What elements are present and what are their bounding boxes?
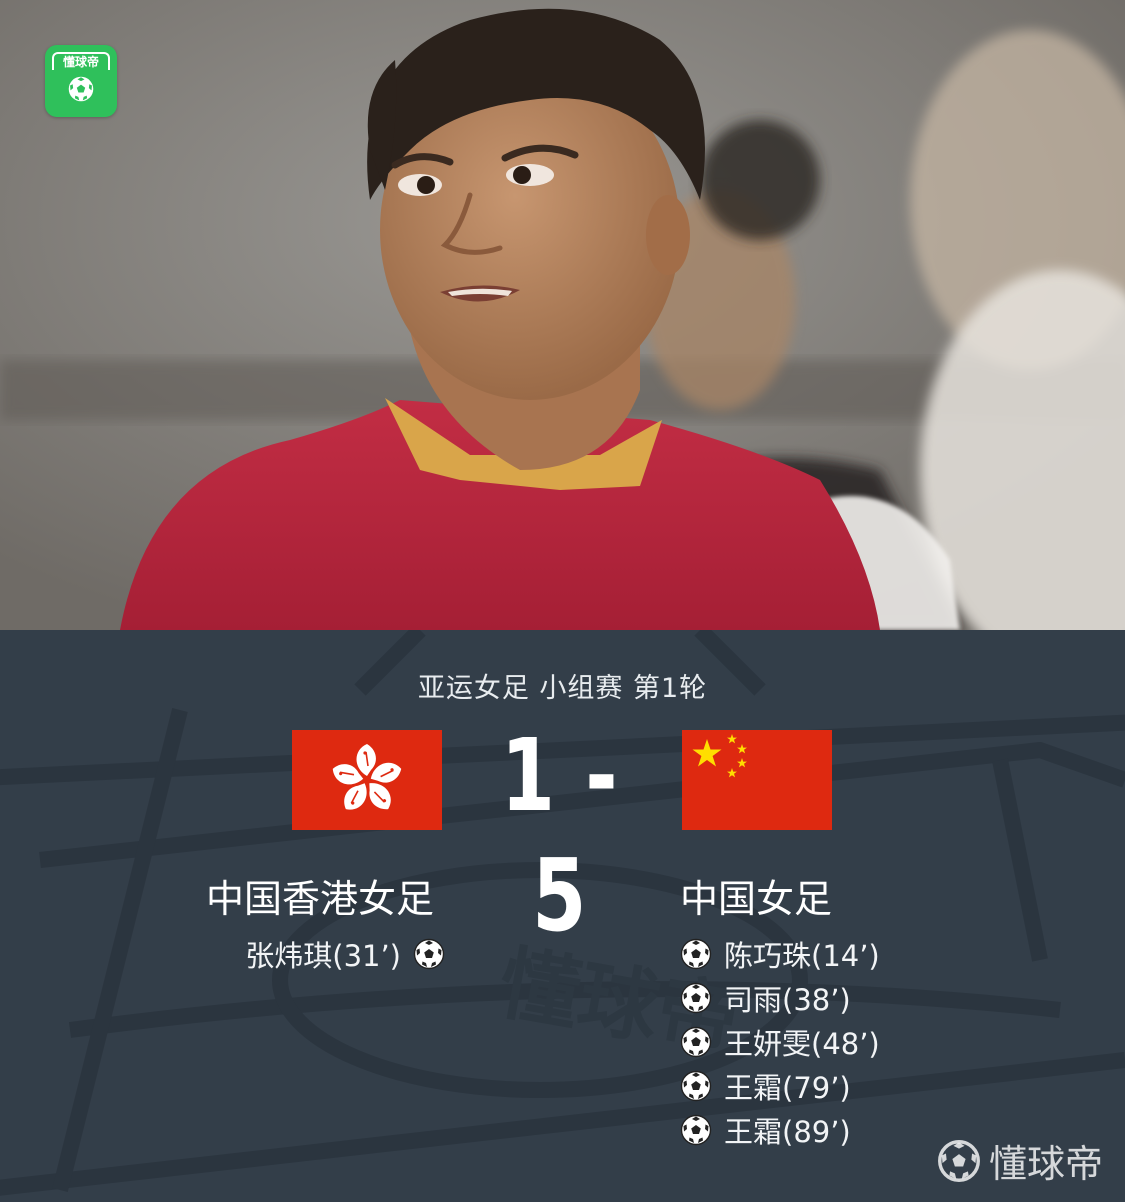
scorer-text: 王妍雯(48’): [724, 1027, 880, 1061]
match-result-card: 懂球帝 懂球帝 亚运女足 小组赛 第1轮 1 - 5 中国香港女足 中国女足 张…: [0, 0, 1125, 1202]
scorer-text: 张炜琪(31’): [245, 939, 401, 973]
football-icon: [938, 1139, 980, 1182]
scorer-item: 王霜(89’): [680, 1108, 880, 1152]
scorer-text: 王霜(89’): [724, 1115, 851, 1149]
home-team-name: 中国香港女足: [206, 877, 435, 921]
brand-watermark: 懂球帝: [937, 1133, 1103, 1188]
scorer-item: 司雨(38’): [680, 976, 880, 1020]
scorer-item: 王妍雯(48’): [680, 1020, 880, 1064]
away-team-name: 中国女足: [680, 877, 833, 921]
scorer-item: 陈巧珠(14’): [680, 932, 880, 976]
away-scorers-list: 陈巧珠(14’) 司雨(38’) 王妍雯(48’) 王霜(79’) 王霜(89’…: [680, 932, 880, 1152]
scorer-item: 张炜琪(31’): [245, 932, 445, 976]
scorer-item: 王霜(79’): [680, 1064, 880, 1108]
app-logo-text: 懂球帝: [52, 52, 110, 70]
app-logo: 懂球帝: [45, 45, 117, 117]
player-photo: 懂球帝: [0, 0, 1125, 630]
goal-ball-icon: [680, 1070, 712, 1102]
home-scorers-list: 张炜琪(31’): [245, 932, 445, 976]
watermark-text: 懂球帝: [988, 1142, 1103, 1186]
goal-ball-icon: [680, 1114, 712, 1146]
photo-scene: [0, 0, 1125, 630]
match-score: 1 - 5: [500, 717, 620, 954]
goal-ball-icon: [680, 938, 712, 970]
goal-ball-icon: [680, 1026, 712, 1058]
match-round-label: 亚运女足 小组赛 第1轮: [417, 673, 708, 704]
goal-ball-icon: [413, 938, 445, 970]
bauhinia-icon: [328, 744, 405, 817]
goal-ball-icon: [680, 982, 712, 1014]
score-panel: 懂球帝 亚运女足 小组赛 第1轮 1 - 5 中国香港女足 中国女足 张炜琪(3…: [0, 630, 1125, 1202]
hong-kong-flag: [292, 730, 442, 830]
scorer-text: 司雨(38’): [724, 983, 851, 1017]
scorer-text: 陈巧珠(14’): [724, 939, 880, 973]
football-icon: [68, 76, 94, 102]
stars-icon: [692, 734, 747, 778]
china-flag: [682, 730, 832, 830]
scorer-text: 王霜(79’): [724, 1071, 851, 1105]
